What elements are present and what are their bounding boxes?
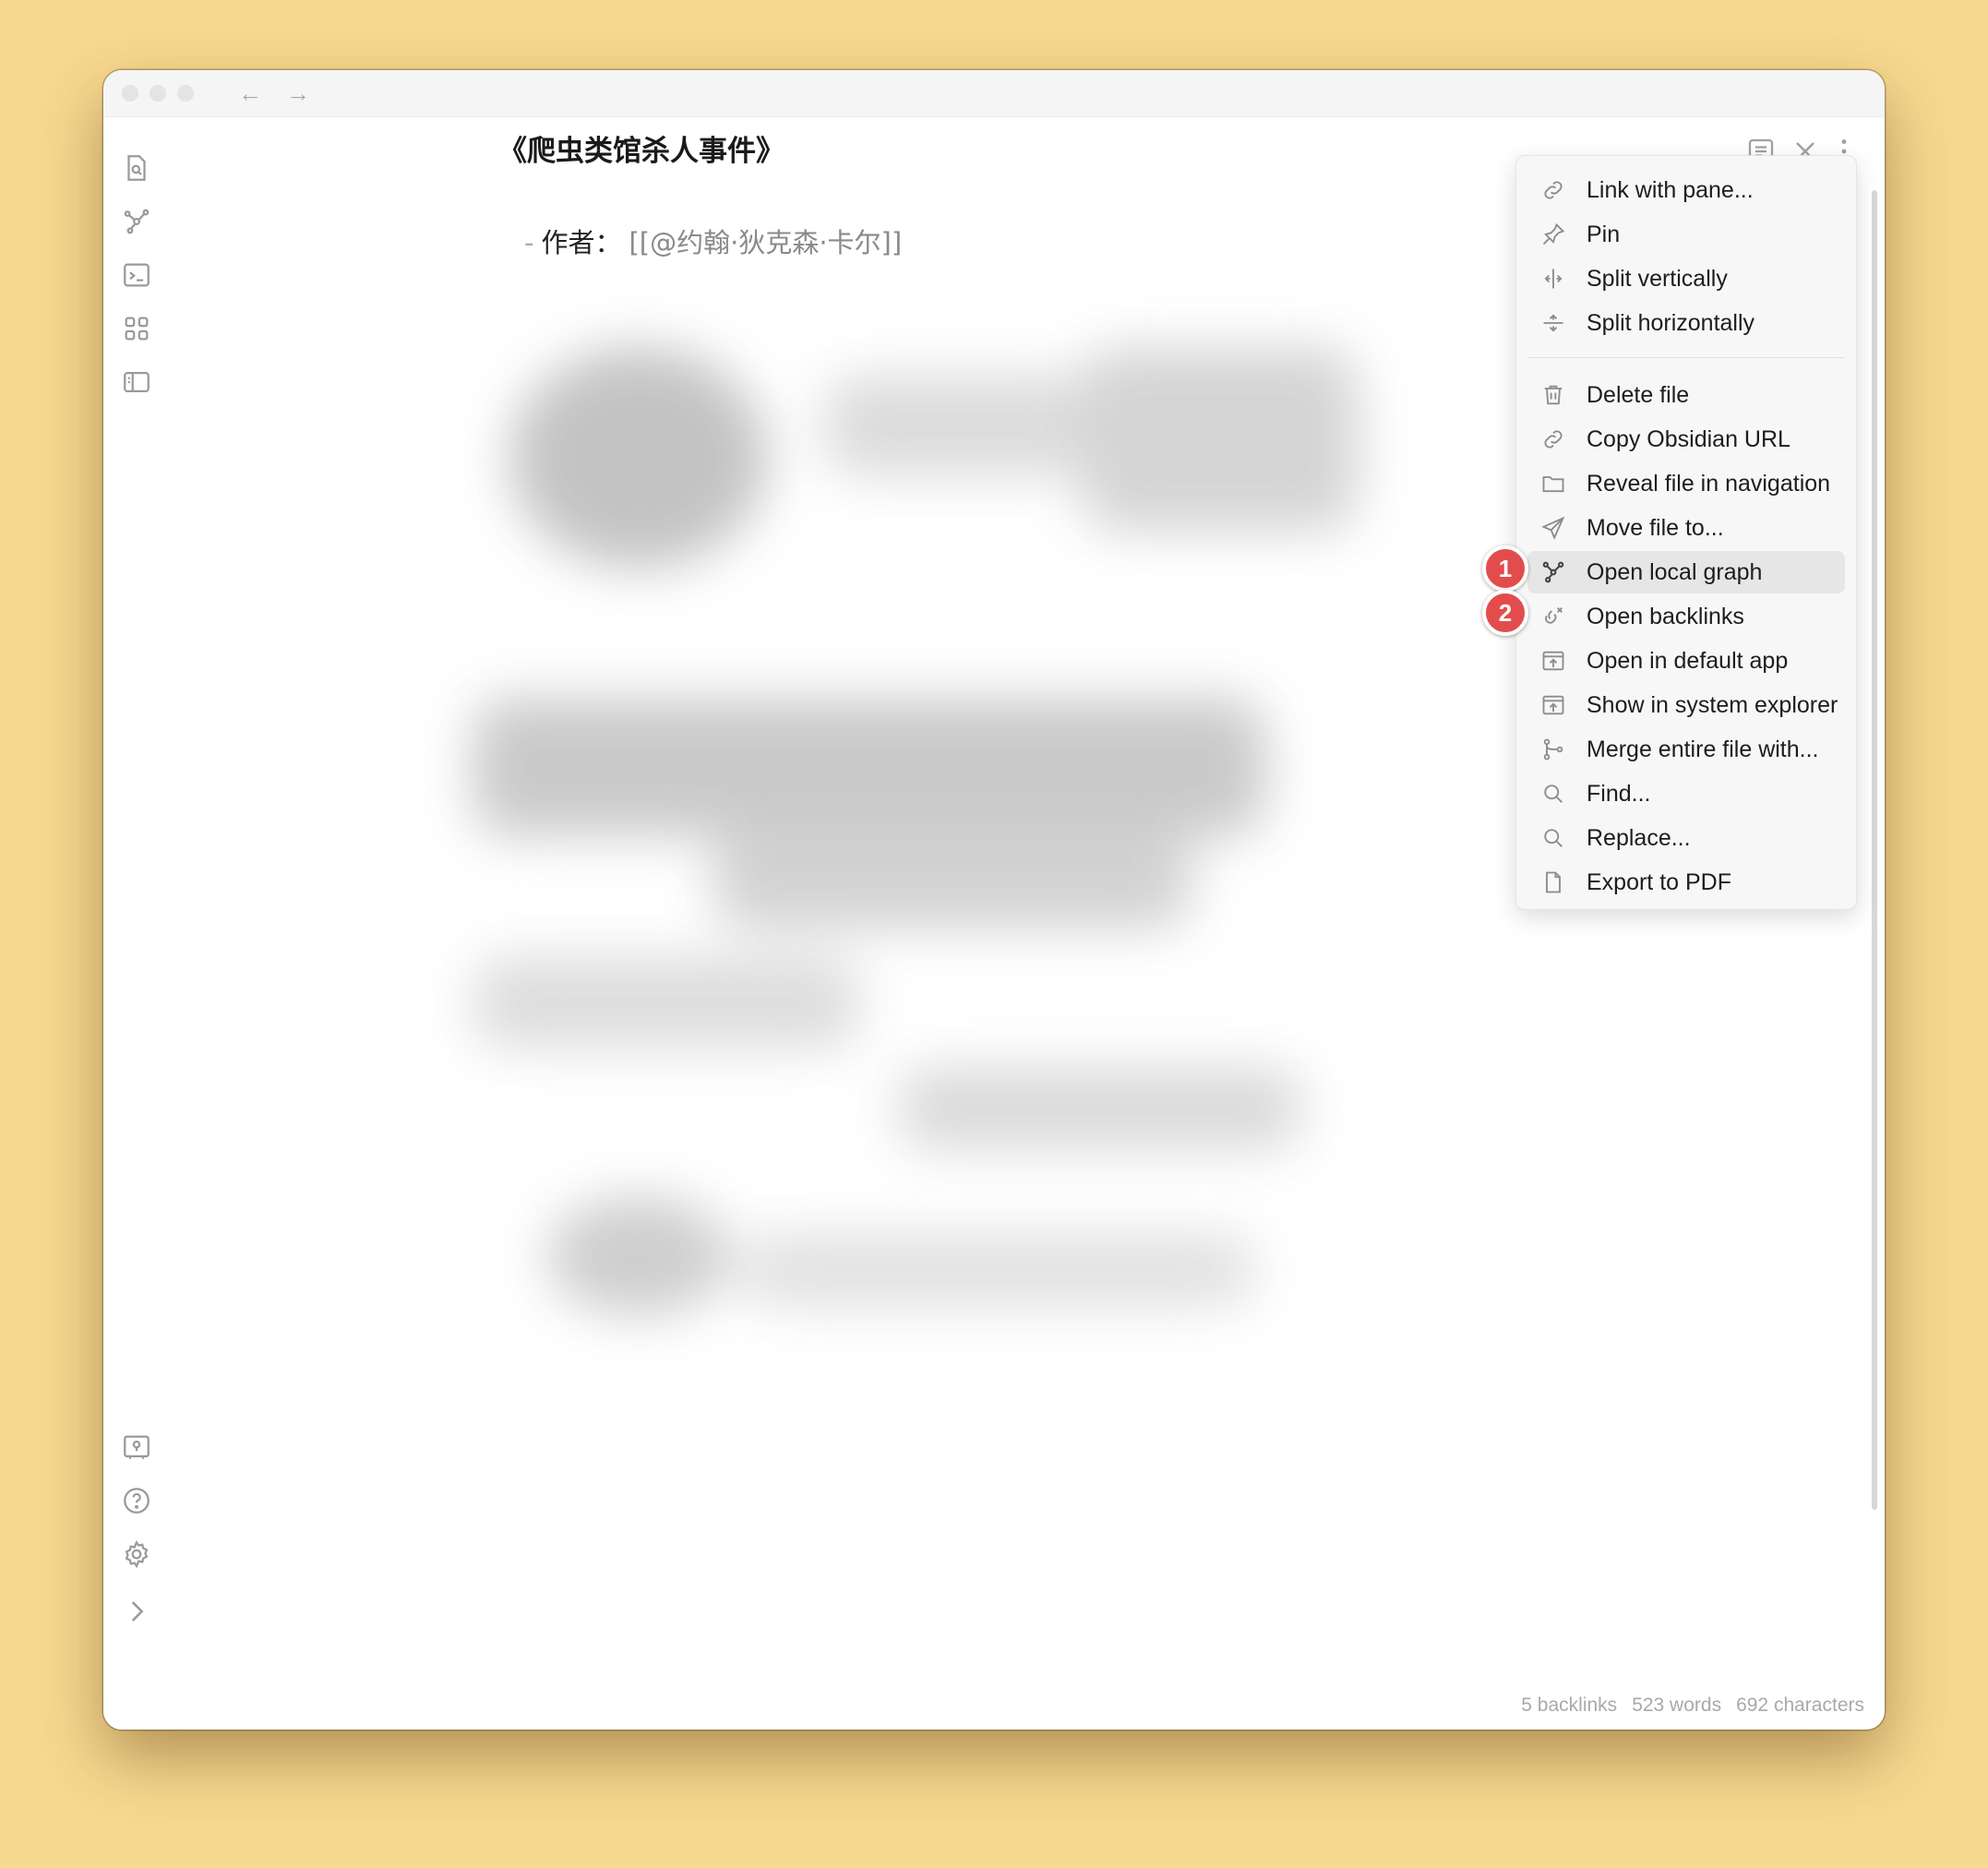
menu-item-replace[interactable]: Replace...: [1527, 817, 1845, 859]
annotation-badge-2: 2: [1482, 590, 1528, 636]
menu-item-label: Delete file: [1587, 381, 1690, 408]
open-external-icon: [1540, 648, 1566, 674]
graph-icon[interactable]: [121, 206, 152, 237]
merge-icon: [1540, 736, 1566, 762]
zoom-window-button[interactable]: [177, 85, 194, 102]
menu-item-pin[interactable]: Pin: [1527, 213, 1845, 256]
close-window-button[interactable]: [122, 85, 138, 102]
status-bar: 5 backlinks 523 words 692 characters: [1506, 1694, 1864, 1717]
open-external-icon: [1540, 692, 1566, 718]
menu-item-open-default-app[interactable]: Open in default app: [1527, 640, 1845, 682]
menu-item-label: Open backlinks: [1587, 603, 1744, 629]
settings-icon[interactable]: [121, 1539, 152, 1570]
graph-icon: [1540, 559, 1566, 585]
menu-item-reveal-file[interactable]: Reveal file in navigation: [1527, 462, 1845, 505]
menu-item-export-pdf[interactable]: Export to PDF: [1527, 861, 1845, 904]
list-bullet: -: [524, 227, 534, 258]
menu-item-label: Open local graph: [1587, 558, 1763, 585]
menu-item-label: Link with pane...: [1587, 176, 1754, 203]
grid-icon[interactable]: [121, 313, 152, 344]
blurred-content: [436, 310, 1635, 1399]
menu-item-show-system-explorer[interactable]: Show in system explorer: [1527, 684, 1845, 726]
menu-divider: [1527, 357, 1845, 358]
menu-item-open-local-graph[interactable]: Open local graph: [1527, 551, 1845, 593]
search-doc-icon[interactable]: [121, 152, 152, 184]
pin-icon: [1540, 222, 1566, 247]
menu-item-label: Merge entire file with...: [1587, 736, 1819, 762]
terminal-icon[interactable]: [121, 259, 152, 291]
menu-item-label: Split vertically: [1587, 265, 1728, 292]
menu-item-merge-file[interactable]: Merge entire file with...: [1527, 728, 1845, 771]
author-link[interactable]: [[@约翰·狄克森·卡尔]]: [629, 227, 902, 258]
menu-item-label: Copy Obsidian URL: [1587, 425, 1790, 452]
menu-item-move-file[interactable]: Move file to...: [1527, 507, 1845, 549]
author-property: - 作者： [[@约翰·狄克森·卡尔]]: [524, 222, 902, 260]
menu-item-split-vertically[interactable]: Split vertically: [1527, 257, 1845, 300]
menu-item-delete-file[interactable]: Delete file: [1527, 374, 1845, 416]
trash-icon: [1540, 382, 1566, 408]
menu-item-label: Find...: [1587, 780, 1651, 807]
more-options-menu: Link with pane... Pin Split vertically S…: [1515, 155, 1857, 910]
character-count: 692 characters: [1736, 1694, 1864, 1716]
arrow-right-icon[interactable]: →: [284, 79, 312, 107]
left-ribbon: [103, 117, 174, 1730]
menu-item-link-with-pane[interactable]: Link with pane...: [1527, 169, 1845, 211]
menu-item-label: Reveal file in navigation: [1587, 470, 1831, 497]
annotation-badge-1: 1: [1482, 545, 1528, 592]
link-icon: [1540, 426, 1566, 452]
help-icon[interactable]: [121, 1485, 152, 1516]
menu-item-label: Export to PDF: [1587, 868, 1731, 895]
menu-item-label: Pin: [1587, 221, 1621, 247]
menu-item-open-backlinks[interactable]: Open backlinks: [1527, 595, 1845, 638]
backlinks-icon: [1540, 604, 1566, 629]
split-horizontal-icon: [1540, 310, 1566, 336]
vault-icon[interactable]: [121, 1431, 152, 1463]
scrollbar[interactable]: [1872, 190, 1877, 1510]
search-icon: [1540, 781, 1566, 807]
sidebar-icon[interactable]: [121, 366, 152, 398]
minimize-window-button[interactable]: [150, 85, 166, 102]
word-count: 523 words: [1632, 1694, 1722, 1716]
send-icon: [1540, 515, 1566, 541]
menu-item-split-horizontally[interactable]: Split horizontally: [1527, 302, 1845, 344]
menu-item-label: Move file to...: [1587, 514, 1724, 541]
menu-item-label: Open in default app: [1587, 647, 1789, 674]
author-key: 作者：: [541, 227, 622, 258]
file-icon: [1540, 869, 1566, 895]
menu-item-label: Replace...: [1587, 824, 1691, 851]
folder-icon: [1540, 471, 1566, 497]
document-title: 《爬虫类馆杀人事件》: [498, 135, 784, 168]
menu-item-label: Show in system explorer: [1587, 691, 1838, 718]
title-bar: ← →: [103, 70, 1885, 117]
menu-item-copy-obsidian-url[interactable]: Copy Obsidian URL: [1527, 418, 1845, 461]
menu-item-find[interactable]: Find...: [1527, 772, 1845, 815]
link-icon: [1540, 177, 1566, 203]
chevron-right-icon[interactable]: [121, 1596, 152, 1627]
backlinks-count[interactable]: 5 backlinks: [1521, 1694, 1617, 1716]
split-vertical-icon: [1540, 266, 1566, 292]
arrow-left-icon[interactable]: ←: [236, 79, 264, 107]
menu-item-label: Split horizontally: [1587, 309, 1755, 336]
search-icon: [1540, 825, 1566, 851]
